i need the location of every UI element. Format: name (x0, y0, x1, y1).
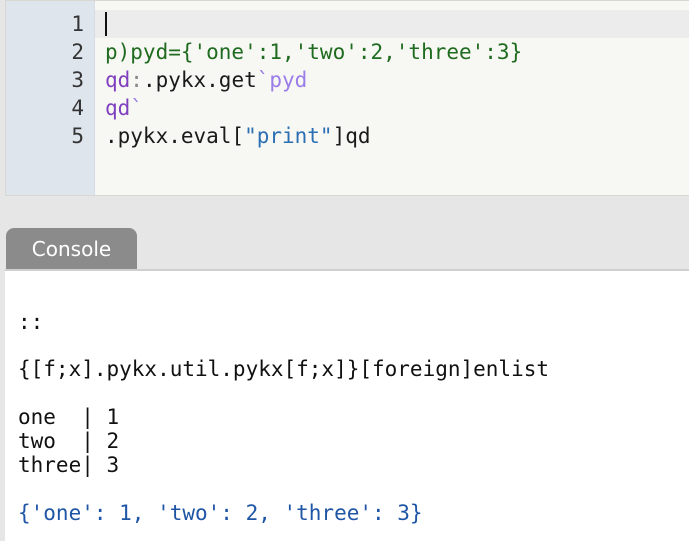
code-token: qd (105, 68, 131, 92)
code-token: ` (130, 96, 143, 120)
code-token: ]qd (332, 124, 371, 148)
code-line-2[interactable]: p)pyd={'one':1,'two':2,'three':3} (95, 38, 689, 66)
code-line-4[interactable]: qd` (95, 94, 689, 122)
code-text: p)pyd={'one':1,'two':2,'three':3} (105, 38, 522, 66)
code-token: "print" (244, 124, 333, 148)
line-number: 4 (71, 96, 84, 120)
code-token: qd (105, 96, 131, 120)
app-root: 1 2 3 4 5 p)pyd={'one':1,'two':2,'three'… (0, 0, 689, 541)
line-number: 2 (71, 40, 84, 64)
code-text: qd` (105, 94, 143, 122)
console-output-panel[interactable]: :: {[f;x].pykx.util.pykx[f;x]}[foreign]e… (5, 269, 689, 541)
console-table-row: three| 3 (18, 453, 120, 477)
console-output-line: {[f;x].pykx.util.pykx[f;x]}[foreign]enli… (18, 357, 550, 381)
code-token: .pykx.get (142, 68, 257, 92)
console-table-row: two | 2 (18, 429, 120, 453)
console-tab[interactable]: Console (6, 228, 137, 269)
code-line-1[interactable] (95, 10, 689, 38)
console-print-output: {'one': 1, 'two': 2, 'three': 3} (18, 501, 423, 525)
line-number: 3 (71, 68, 84, 92)
text-caret (105, 11, 107, 36)
console-output-line: :: (18, 310, 44, 334)
code-line-5[interactable]: .pykx.eval["print"]qd (95, 122, 689, 150)
code-area[interactable]: p)pyd={'one':1,'two':2,'three':3} qd:.py… (95, 1, 689, 195)
code-editor[interactable]: 1 2 3 4 5 p)pyd={'one':1,'two':2,'three'… (5, 0, 689, 196)
code-text: .pykx.eval["print"]qd (105, 122, 371, 150)
code-token: : (130, 68, 143, 92)
code-line-3[interactable]: qd:.pykx.get`pyd (95, 66, 689, 94)
line-number: 5 (71, 124, 84, 148)
console-table-row: one | 1 (18, 405, 120, 429)
code-text: qd:.pykx.get`pyd (105, 66, 307, 94)
code-token: `pyd (256, 68, 308, 92)
code-token: p)pyd={'one':1,'two':2,'three':3} (105, 40, 523, 64)
code-token: .pykx.eval[ (105, 124, 245, 148)
line-number: 1 (71, 12, 84, 36)
code-text (105, 10, 107, 38)
line-number-gutter: 1 2 3 4 5 (6, 1, 95, 195)
